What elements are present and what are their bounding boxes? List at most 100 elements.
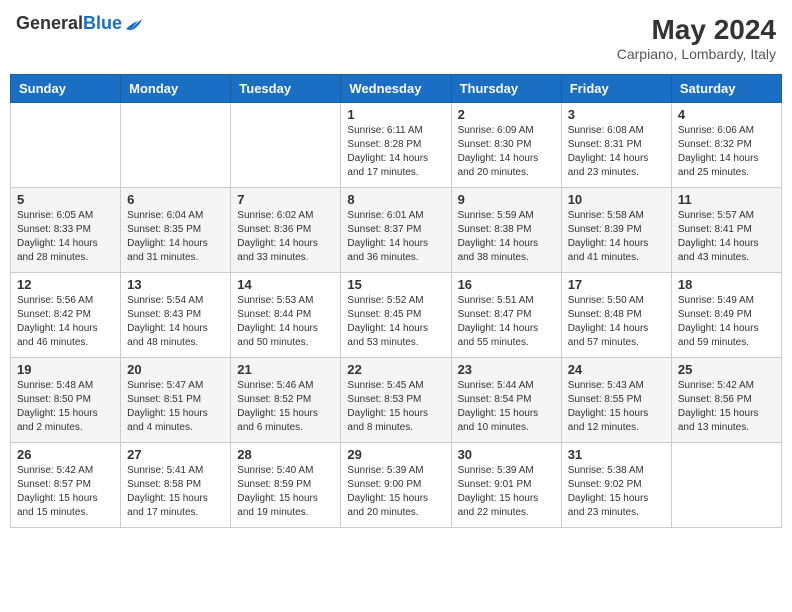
calendar-cell: 18 Sunrise: 5:49 AM Sunset: 8:49 PM Dayli… xyxy=(671,273,781,358)
calendar-cell: 14 Sunrise: 5:53 AM Sunset: 8:44 PM Dayli… xyxy=(231,273,341,358)
day-info: Sunrise: 6:04 AM Sunset: 8:35 PM Dayligh… xyxy=(127,209,224,265)
column-header-friday: Friday xyxy=(561,75,671,103)
day-info: Sunrise: 6:05 AM Sunset: 8:33 PM Dayligh… xyxy=(17,209,114,265)
calendar-cell: 12 Sunrise: 5:56 AM Sunset: 8:42 PM Dayli… xyxy=(11,273,121,358)
calendar-cell xyxy=(121,103,231,188)
calendar-cell: 1Sunrise: 6:11 AM Sunset: 8:28 PM Daylig… xyxy=(341,103,451,188)
column-header-sunday: Sunday xyxy=(11,75,121,103)
day-info: Sunrise: 5:52 AM Sunset: 8:45 PM Dayligh… xyxy=(347,294,444,350)
calendar-cell: 13 Sunrise: 5:54 AM Sunset: 8:43 PM Dayli… xyxy=(121,273,231,358)
title-block: May 2024 Carpiano, Lombardy, Italy xyxy=(617,14,776,62)
calendar-cell: 24 Sunrise: 5:43 AM Sunset: 8:55 PM Dayli… xyxy=(561,358,671,443)
day-number: 8 xyxy=(347,192,444,207)
day-info: Sunrise: 5:53 AM Sunset: 8:44 PM Dayligh… xyxy=(237,294,334,350)
calendar-cell: 15 Sunrise: 5:52 AM Sunset: 8:45 PM Dayli… xyxy=(341,273,451,358)
day-info: Sunrise: 5:47 AM Sunset: 8:51 PM Dayligh… xyxy=(127,379,224,435)
day-info: Sunrise: 6:02 AM Sunset: 8:36 PM Dayligh… xyxy=(237,209,334,265)
day-info: Sunrise: 5:57 AM Sunset: 8:41 PM Dayligh… xyxy=(678,209,775,265)
calendar-cell: 21 Sunrise: 5:46 AM Sunset: 8:52 PM Dayli… xyxy=(231,358,341,443)
day-number: 25 xyxy=(678,362,775,377)
day-info: Sunrise: 5:39 AM Sunset: 9:01 PM Dayligh… xyxy=(458,464,555,520)
calendar-cell: 20 Sunrise: 5:47 AM Sunset: 8:51 PM Dayli… xyxy=(121,358,231,443)
calendar-cell: 26 Sunrise: 5:42 AM Sunset: 8:57 PM Dayli… xyxy=(11,443,121,528)
calendar-cell: 28 Sunrise: 5:40 AM Sunset: 8:59 PM Dayli… xyxy=(231,443,341,528)
day-info: Sunrise: 5:45 AM Sunset: 8:53 PM Dayligh… xyxy=(347,379,444,435)
day-info: Sunrise: 5:51 AM Sunset: 8:47 PM Dayligh… xyxy=(458,294,555,350)
calendar-week-row: 19Sunrise: 5:48 AM Sunset: 8:50 PM Dayli… xyxy=(11,358,782,443)
day-info: Sunrise: 5:39 AM Sunset: 9:00 PM Dayligh… xyxy=(347,464,444,520)
location-text: Carpiano, Lombardy, Italy xyxy=(617,46,776,62)
day-info: Sunrise: 6:01 AM Sunset: 8:37 PM Dayligh… xyxy=(347,209,444,265)
calendar-cell: 29 Sunrise: 5:39 AM Sunset: 9:00 PM Dayli… xyxy=(341,443,451,528)
column-header-tuesday: Tuesday xyxy=(231,75,341,103)
day-number: 15 xyxy=(347,277,444,292)
day-info: Sunrise: 5:40 AM Sunset: 8:59 PM Dayligh… xyxy=(237,464,334,520)
day-number: 21 xyxy=(237,362,334,377)
day-number: 26 xyxy=(17,447,114,462)
calendar-cell xyxy=(11,103,121,188)
calendar-cell: 23 Sunrise: 5:44 AM Sunset: 8:54 PM Dayli… xyxy=(451,358,561,443)
day-number: 19 xyxy=(17,362,114,377)
day-info: Sunrise: 5:50 AM Sunset: 8:48 PM Dayligh… xyxy=(568,294,665,350)
calendar-cell: 25 Sunrise: 5:42 AM Sunset: 8:56 PM Dayli… xyxy=(671,358,781,443)
day-info: Sunrise: 6:11 AM Sunset: 8:28 PM Dayligh… xyxy=(347,124,444,180)
day-info: Sunrise: 5:58 AM Sunset: 8:39 PM Dayligh… xyxy=(568,209,665,265)
day-number: 17 xyxy=(568,277,665,292)
day-number: 9 xyxy=(458,192,555,207)
logo: GeneralBlue xyxy=(16,14,144,34)
day-info: Sunrise: 6:09 AM Sunset: 8:30 PM Dayligh… xyxy=(458,124,555,180)
day-info: Sunrise: 5:42 AM Sunset: 8:56 PM Dayligh… xyxy=(678,379,775,435)
calendar-week-row: 5 Sunrise: 6:05 AM Sunset: 8:33 PM Daylig… xyxy=(11,188,782,273)
day-number: 10 xyxy=(568,192,665,207)
calendar-cell: 7 Sunrise: 6:02 AM Sunset: 8:36 PM Daylig… xyxy=(231,188,341,273)
day-number: 27 xyxy=(127,447,224,462)
column-header-wednesday: Wednesday xyxy=(341,75,451,103)
day-number: 23 xyxy=(458,362,555,377)
day-number: 12 xyxy=(17,277,114,292)
day-info: Sunrise: 6:06 AM Sunset: 8:32 PM Dayligh… xyxy=(678,124,775,180)
day-number: 18 xyxy=(678,277,775,292)
column-header-saturday: Saturday xyxy=(671,75,781,103)
column-header-monday: Monday xyxy=(121,75,231,103)
day-info: Sunrise: 5:46 AM Sunset: 8:52 PM Dayligh… xyxy=(237,379,334,435)
day-number: 20 xyxy=(127,362,224,377)
calendar-cell xyxy=(671,443,781,528)
day-info: Sunrise: 5:54 AM Sunset: 8:43 PM Dayligh… xyxy=(127,294,224,350)
calendar-cell: 2 Sunrise: 6:09 AM Sunset: 8:30 PM Daylig… xyxy=(451,103,561,188)
calendar-table: SundayMondayTuesdayWednesdayThursdayFrid… xyxy=(10,74,782,528)
day-info: Sunrise: 5:44 AM Sunset: 8:54 PM Dayligh… xyxy=(458,379,555,435)
calendar-week-row: 12 Sunrise: 5:56 AM Sunset: 8:42 PM Dayli… xyxy=(11,273,782,358)
calendar-cell: 4 Sunrise: 6:06 AM Sunset: 8:32 PM Daylig… xyxy=(671,103,781,188)
day-number: 2 xyxy=(458,107,555,122)
day-number: 7 xyxy=(237,192,334,207)
day-info: Sunrise: 5:56 AM Sunset: 8:42 PM Dayligh… xyxy=(17,294,114,350)
calendar-cell: 31Sunrise: 5:38 AM Sunset: 9:02 PM Dayli… xyxy=(561,443,671,528)
calendar-cell: 27Sunrise: 5:41 AM Sunset: 8:58 PM Dayli… xyxy=(121,443,231,528)
calendar-cell: 9 Sunrise: 5:59 AM Sunset: 8:38 PM Daylig… xyxy=(451,188,561,273)
calendar-cell: 10 Sunrise: 5:58 AM Sunset: 8:39 PM Dayli… xyxy=(561,188,671,273)
day-info: Sunrise: 5:59 AM Sunset: 8:38 PM Dayligh… xyxy=(458,209,555,265)
day-info: Sunrise: 5:42 AM Sunset: 8:57 PM Dayligh… xyxy=(17,464,114,520)
day-info: Sunrise: 5:43 AM Sunset: 8:55 PM Dayligh… xyxy=(568,379,665,435)
logo-bird-icon xyxy=(124,15,144,33)
calendar-cell: 11Sunrise: 5:57 AM Sunset: 8:41 PM Dayli… xyxy=(671,188,781,273)
logo-blue-text: Blue xyxy=(83,14,122,34)
day-number: 28 xyxy=(237,447,334,462)
day-number: 13 xyxy=(127,277,224,292)
calendar-cell xyxy=(231,103,341,188)
page-header: GeneralBlue May 2024 Carpiano, Lombardy,… xyxy=(10,10,782,66)
calendar-header-row: SundayMondayTuesdayWednesdayThursdayFrid… xyxy=(11,75,782,103)
day-info: Sunrise: 6:08 AM Sunset: 8:31 PM Dayligh… xyxy=(568,124,665,180)
logo-general-text: General xyxy=(16,14,83,34)
day-info: Sunrise: 5:49 AM Sunset: 8:49 PM Dayligh… xyxy=(678,294,775,350)
day-number: 22 xyxy=(347,362,444,377)
day-number: 5 xyxy=(17,192,114,207)
day-number: 14 xyxy=(237,277,334,292)
calendar-cell: 5 Sunrise: 6:05 AM Sunset: 8:33 PM Daylig… xyxy=(11,188,121,273)
day-number: 4 xyxy=(678,107,775,122)
day-number: 29 xyxy=(347,447,444,462)
calendar-week-row: 26 Sunrise: 5:42 AM Sunset: 8:57 PM Dayli… xyxy=(11,443,782,528)
calendar-cell: 8 Sunrise: 6:01 AM Sunset: 8:37 PM Daylig… xyxy=(341,188,451,273)
day-number: 31 xyxy=(568,447,665,462)
day-number: 24 xyxy=(568,362,665,377)
